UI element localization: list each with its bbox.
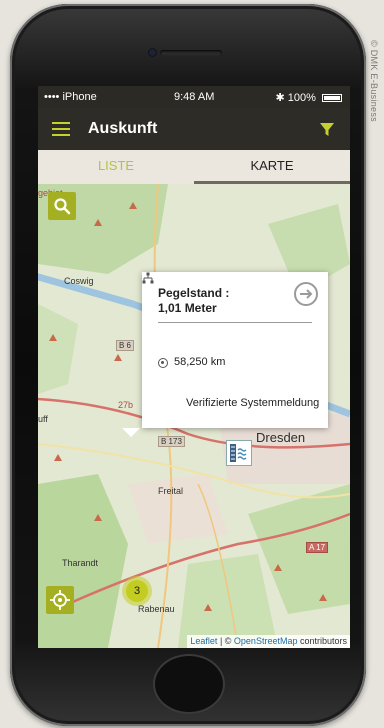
watermark: © DMK E-Business <box>369 40 379 122</box>
view-tabs: LISTE KARTE <box>38 150 350 184</box>
tab-liste[interactable]: LISTE <box>38 150 194 184</box>
carrier-label: •••• iPhone <box>44 91 97 103</box>
crosshair-icon <box>50 590 70 610</box>
page-title: Auskunft <box>88 120 158 137</box>
marker-cluster[interactable]: 3 <box>122 576 152 606</box>
map-label-tharandt: Tharandt <box>62 558 99 568</box>
map-attribution: Leaflet | © OpenStreetMap contributors <box>187 635 350 648</box>
map-label-freital: Freital <box>158 486 184 496</box>
front-camera <box>148 48 157 57</box>
popup-value: 1,01 Meter <box>158 301 217 315</box>
popup-divider <box>158 322 312 323</box>
popup-pointer <box>122 428 140 437</box>
osm-link[interactable]: OpenStreetMap <box>234 636 298 646</box>
water-gauge-icon <box>230 444 247 462</box>
battery-icon <box>322 94 342 102</box>
location-target-icon <box>158 358 168 368</box>
network-icon <box>142 272 154 284</box>
tab-karte[interactable]: KARTE <box>194 150 350 184</box>
popup-verification: Verifizierte Systemmeldung <box>186 397 320 409</box>
details-arrow-button[interactable] <box>294 282 318 306</box>
battery-indicator: ✱ 100% <box>276 91 342 104</box>
clock: 9:48 AM <box>174 91 215 103</box>
cluster-count: 3 <box>126 580 148 602</box>
hamburger-menu-icon[interactable] <box>52 122 70 136</box>
road-badge-a17: A 17 <box>306 542 329 553</box>
earpiece-speaker <box>160 50 222 56</box>
search-icon <box>54 198 71 215</box>
water-level-marker[interactable] <box>226 440 252 466</box>
map-search-button[interactable] <box>48 192 76 220</box>
funnel-filter-icon[interactable] <box>318 120 336 138</box>
battery-percent: 100% <box>287 92 316 104</box>
map-label-coswig: Coswig <box>64 276 94 286</box>
popup-title: Pegelstand : <box>158 286 230 300</box>
measurement-popup: Pegelstand : 1,01 Meter 58,250 km Verifi… <box>142 272 328 428</box>
map-view[interactable]: gebiet Coswig uff Freital Tharandt Raben… <box>38 184 350 648</box>
road-label-27b: 27b <box>118 400 134 410</box>
map-label-dresden: Dresden <box>256 430 306 445</box>
popup-distance: 58,250 km <box>174 356 226 368</box>
bluetooth-icon: ✱ <box>275 92 285 104</box>
locate-me-button[interactable] <box>46 586 74 614</box>
road-badge-b173: B 173 <box>158 436 185 447</box>
home-button[interactable] <box>153 654 225 714</box>
map-label-uff: uff <box>38 414 48 424</box>
map-label-rabenau: Rabenau <box>138 604 175 614</box>
road-badge-b6: B 6 <box>116 340 135 351</box>
leaflet-link[interactable]: Leaflet <box>190 636 217 646</box>
app-screen: •••• iPhone 9:48 AM ✱ 100% Auskunft LIST… <box>38 86 350 648</box>
status-bar: •••• iPhone 9:48 AM ✱ 100% <box>38 86 350 108</box>
arrow-right-icon <box>300 289 313 299</box>
navigation-bar: Auskunft <box>38 108 350 150</box>
